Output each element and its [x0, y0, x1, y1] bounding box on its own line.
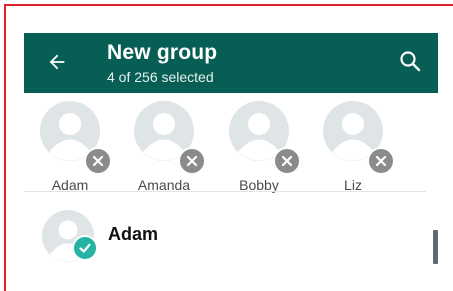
back-button[interactable] — [44, 49, 70, 75]
selected-contact-chip[interactable]: Adam — [25, 101, 115, 193]
selection-count: 4 of 256 selected — [107, 69, 214, 85]
close-icon — [281, 155, 293, 167]
app-bar: New group 4 of 256 selected — [24, 33, 438, 93]
frame-border-left — [4, 4, 6, 291]
contact-name: Adam — [108, 224, 159, 244]
contact-row[interactable]: Adam — [24, 201, 438, 265]
close-icon — [186, 155, 198, 167]
search-icon — [400, 51, 421, 72]
close-icon — [375, 155, 387, 167]
divider — [24, 191, 426, 192]
remove-contact-button[interactable] — [273, 147, 301, 175]
selected-contacts-strip: Adam Amanda Bobby Liz — [24, 93, 438, 193]
avatar — [134, 101, 206, 175]
search-button[interactable] — [396, 47, 424, 75]
remove-contact-button[interactable] — [178, 147, 206, 175]
frame-border-top — [4, 4, 453, 6]
selected-contact-chip[interactable]: Amanda — [119, 101, 209, 193]
avatar — [40, 101, 112, 175]
page-title: New group — [107, 41, 218, 64]
remove-contact-button[interactable] — [84, 147, 112, 175]
remove-contact-button[interactable] — [367, 147, 395, 175]
selected-contact-chip[interactable]: Bobby — [214, 101, 304, 193]
selected-contact-chip[interactable]: Liz — [308, 101, 398, 193]
scrollbar[interactable] — [433, 230, 438, 264]
avatar — [323, 101, 395, 175]
selected-check-badge — [72, 235, 98, 261]
check-icon — [79, 243, 91, 253]
new-group-screen: New group 4 of 256 selected Adam Amanda … — [24, 33, 438, 291]
close-icon — [92, 155, 104, 167]
avatar — [229, 101, 301, 175]
arrow-left-icon — [49, 54, 65, 70]
